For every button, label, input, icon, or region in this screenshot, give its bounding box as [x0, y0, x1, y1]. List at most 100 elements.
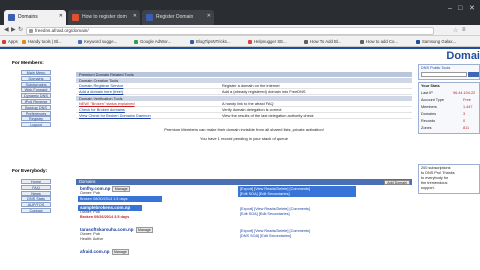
- close-window-icon[interactable]: ✕: [469, 5, 475, 13]
- maximize-icon[interactable]: □: [458, 5, 462, 13]
- bookmark-favicon-icon: [360, 39, 364, 44]
- menu-main-menu[interactable]: Main Menu: [21, 70, 51, 75]
- manage-button[interactable]: Manage: [135, 227, 154, 233]
- menu-registry[interactable]: Registry: [21, 116, 51, 122]
- menu-preferences[interactable]: Preferences: [21, 110, 51, 116]
- menu-news[interactable]: News: [21, 190, 51, 196]
- close-tab-icon[interactable]: ✕: [133, 12, 137, 20]
- bookmark-star-icon[interactable]: ☆: [453, 28, 458, 35]
- bookmark-favicon-icon: [248, 39, 252, 44]
- bookmark-favicon-icon: [22, 39, 26, 44]
- bookmark-apps[interactable]: Apps: [2, 38, 18, 45]
- bookmark-favicon-icon: [78, 39, 82, 44]
- browser-tab-register[interactable]: Register Domain ✕: [142, 10, 214, 25]
- stat-value: 811: [463, 126, 470, 130]
- article-favicon-icon: [72, 14, 79, 21]
- promo-line: 200 subscriptions: [421, 166, 451, 170]
- domain-actions[interactable]: [Export] [View Reads/Delete] [Comments]: [240, 229, 310, 234]
- bookmark-adwords[interactable]: Google AdWor...: [134, 38, 171, 45]
- menu-icon[interactable]: ≡: [462, 26, 466, 35]
- bookmark-helpnugger[interactable]: Helpnugger SE...: [248, 38, 287, 45]
- bookmark-label: BlogTipsNTricks...: [196, 39, 231, 44]
- browser-tab-domains[interactable]: Domains ✕: [4, 10, 66, 25]
- bookmark-keyword[interactable]: Keyword sugge...: [78, 38, 117, 45]
- menu-domains[interactable]: Domains: [21, 75, 51, 81]
- manage-button[interactable]: Manage: [112, 186, 131, 192]
- tool-description: Verify domain delegation is correct: [222, 107, 282, 113]
- menu-ipv6-reverse[interactable]: IPv6 Reverse: [21, 98, 51, 104]
- domain-owner: Owner: Pub: [80, 191, 101, 195]
- menu-logout[interactable]: Logout: [21, 122, 51, 128]
- everybody-menu: Home FAQ News DNS Stats AUP/TOS Contact: [21, 179, 51, 214]
- browser-tab-how-to[interactable]: How to register dom ✕: [68, 10, 140, 25]
- forward-arrow-icon[interactable]: ▶: [11, 26, 16, 35]
- menu-home[interactable]: Home: [21, 179, 51, 184]
- stat-label: Domains: [421, 112, 436, 116]
- domain-actions-secondary[interactable]: [DNS SOA] [Edit Secondaries]: [240, 234, 291, 239]
- stat-value: 1,447: [463, 105, 473, 109]
- tab-title: How to register dom: [82, 14, 127, 20]
- manage-button[interactable]: Manage: [111, 249, 130, 255]
- apps-icon: [2, 39, 6, 44]
- bookmark-label: How To Add Bl...: [310, 39, 342, 44]
- bookmark-how-to-add-bl[interactable]: How To Add Bl...: [304, 38, 341, 45]
- search-label: DNS Public Tools: [421, 66, 451, 70]
- bookmark-handy-tools[interactable]: Handy tools | Bl...: [22, 38, 62, 45]
- menu-faq[interactable]: FAQ: [21, 184, 51, 190]
- menu-contact[interactable]: Contact: [21, 207, 51, 213]
- bookmark-label: Handy tools | Bl...: [28, 39, 62, 44]
- stat-value: 96.44.104.22: [453, 91, 476, 95]
- domain-owner: Owner: Pub: [80, 210, 101, 214]
- bookmark-label: Samsung Galax...: [422, 39, 457, 44]
- stat-value: 0: [463, 119, 466, 123]
- view-check-daemon-link[interactable]: View Check for Broken Domains Daemon: [79, 114, 151, 119]
- domain-name[interactable]: afraid.com.np Manage: [80, 249, 130, 255]
- members-heading: For Members:: [12, 61, 44, 66]
- menu-subdomains[interactable]: Subdomains: [21, 81, 51, 87]
- add-domain-button[interactable]: Add Domain: [384, 179, 410, 185]
- close-tab-icon[interactable]: ✕: [59, 12, 63, 20]
- menu-dynamic-dns[interactable]: Dynamic DNS: [21, 93, 51, 99]
- close-tab-icon[interactable]: ✕: [207, 12, 211, 20]
- everybody-heading: For Everybody:: [12, 169, 48, 174]
- domain-actions[interactable]: [Export] [View Reads/Delete] [Comments]: [240, 187, 310, 192]
- record-note: You have 1 record pending in your stack …: [200, 136, 288, 141]
- domain-entry: afraid.com.np Manage: [76, 249, 412, 259]
- add-domain-link[interactable]: Add a domain here (free!): [79, 90, 123, 95]
- promo-line: support.: [421, 186, 435, 190]
- domains-favicon-icon: [146, 14, 153, 21]
- tool-row: View Check for Broken Domains Daemon Vie…: [76, 114, 412, 120]
- address-bar[interactable]: freedns.afraid.org/domain/ ☆: [26, 26, 458, 35]
- domain-actions-secondary[interactable]: [Edit SOA] [Edit Secondaries]: [240, 212, 290, 217]
- domains-table-header: Domains Add Domain: [76, 179, 412, 185]
- back-arrow-icon[interactable]: ◀: [4, 26, 9, 35]
- menu-backup-dns[interactable]: Backup DNS: [21, 104, 51, 110]
- bookmark-samsung[interactable]: Samsung Galax...: [416, 38, 456, 45]
- bookmark-how-to-add-co[interactable]: How to add Co...: [360, 38, 398, 45]
- domain-actions-secondary[interactable]: [Edit SOA] [Edit Secondaries]: [240, 192, 290, 197]
- bookmark-blogtips[interactable]: BlogTipsNTricks...: [190, 38, 231, 45]
- left-sidebar: For Members: Main Menu Domains Subdomain…: [0, 61, 70, 270]
- stat-label: Records: [421, 119, 436, 123]
- tool-description: Register a domain on the internet: [222, 83, 280, 89]
- reload-icon[interactable]: ↻: [18, 26, 23, 35]
- domain-status: Broken 09/26/2014 3.5 days: [80, 215, 130, 219]
- promo-line: the tremendous: [421, 181, 448, 185]
- browser-tab-bar: Domains ✕ How to register dom ✕ Register…: [0, 0, 480, 25]
- search-button[interactable]: [468, 72, 479, 77]
- registrar-service-link[interactable]: Domain Registrar Service: [79, 84, 123, 89]
- bookmark-favicon-icon: [304, 39, 308, 44]
- tool-description: A handy link to the afraid FAQ: [222, 101, 274, 107]
- tool-description: Add a (already registered) domain into F…: [222, 89, 306, 95]
- domain-actions[interactable]: [Export] [View Reads/Delete] [Comments]: [240, 207, 310, 212]
- web-page: Domai For Members: Main Menu Domains Sub…: [0, 47, 480, 270]
- search-input[interactable]: [421, 72, 467, 77]
- menu-dns-stats[interactable]: DNS Stats: [21, 196, 51, 202]
- menu-web-forward[interactable]: Web Forward: [21, 87, 51, 93]
- check-broken-link[interactable]: Check for Broken domains: [79, 108, 125, 113]
- menu-aup-tos[interactable]: AUP/TOS: [21, 202, 51, 208]
- broken-status-link[interactable]: NEW! "Broken" status explained: [79, 102, 135, 107]
- bookmarks-bar: Apps Handy tools | Bl... Keyword sugge..…: [0, 36, 480, 47]
- minimize-icon[interactable]: –: [448, 5, 452, 13]
- members-menu: Main Menu Domains Subdomains Web Forward…: [21, 70, 51, 128]
